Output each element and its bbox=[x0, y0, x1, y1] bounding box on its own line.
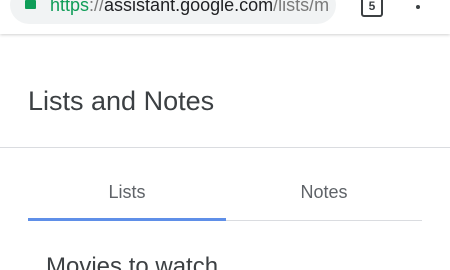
page: https://assistant.google.com/lists/main\… bbox=[0, 0, 450, 270]
tab-label: Lists bbox=[108, 182, 146, 202]
url-separator: :// bbox=[89, 0, 105, 15]
list-item-title[interactable]: Movies to watch bbox=[46, 252, 218, 270]
url-text[interactable]: https://assistant.google.com/lists/main\ bbox=[50, 0, 330, 15]
tab-count: 5 bbox=[368, 0, 376, 13]
tab-switcher-icon[interactable]: 5 bbox=[361, 0, 383, 17]
tabs-divider bbox=[226, 220, 422, 221]
more-menu-icon[interactable] bbox=[410, 0, 426, 14]
url-scheme: https bbox=[50, 0, 90, 15]
tab-lists[interactable]: Lists bbox=[28, 180, 226, 206]
browser-toolbar: https://assistant.google.com/lists/main\… bbox=[0, 0, 450, 34]
url-path: /lists/main\ bbox=[273, 0, 330, 15]
header-divider bbox=[0, 147, 450, 148]
secure-lock-icon bbox=[25, 0, 36, 9]
selected-tab-indicator bbox=[28, 218, 226, 221]
address-bar[interactable]: https://assistant.google.com/lists/main\ bbox=[10, 0, 336, 24]
url-host: assistant.google.com bbox=[104, 0, 274, 15]
page-title: Lists and Notes bbox=[28, 86, 215, 116]
tab-notes[interactable]: Notes bbox=[226, 180, 422, 206]
tab-label: Notes bbox=[300, 182, 348, 202]
